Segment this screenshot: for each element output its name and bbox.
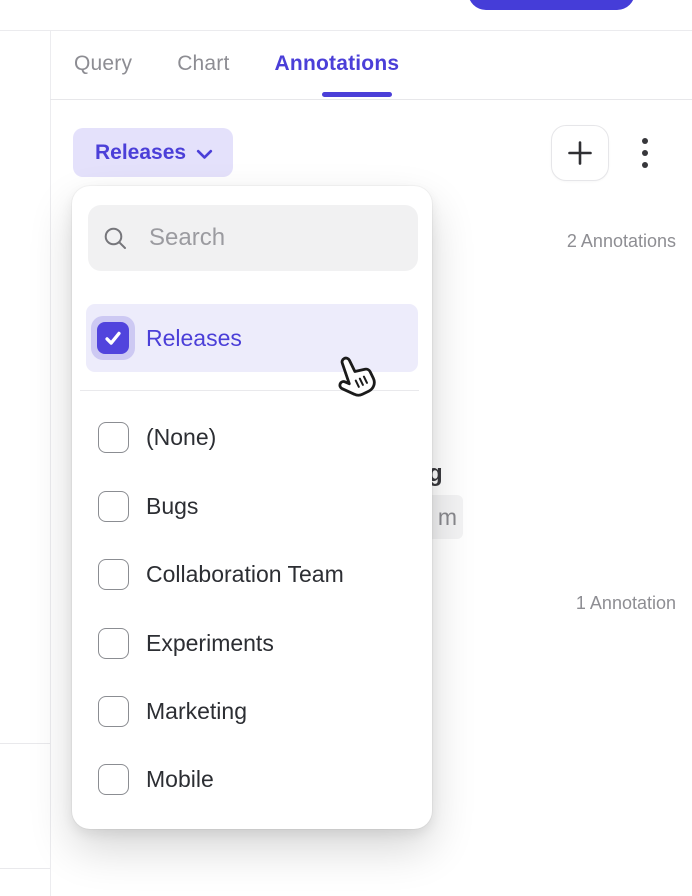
more-options-button[interactable] bbox=[633, 128, 657, 178]
releases-filter-button[interactable]: Releases bbox=[73, 128, 233, 177]
option-label: Releases bbox=[146, 325, 242, 352]
dropdown-option-releases[interactable]: Releases bbox=[86, 304, 418, 372]
checkbox-focus-ring bbox=[91, 316, 135, 360]
option-label: Marketing bbox=[146, 698, 247, 725]
dropdown-option-experiments[interactable]: Experiments bbox=[98, 612, 408, 674]
add-annotation-button[interactable] bbox=[551, 125, 609, 181]
annotation-count: 1 Annotation bbox=[576, 593, 676, 614]
dropdown-search[interactable] bbox=[88, 205, 418, 271]
more-vertical-icon bbox=[642, 150, 648, 156]
search-input[interactable] bbox=[147, 223, 461, 253]
header-divider bbox=[50, 99, 692, 100]
active-tab-underline bbox=[322, 92, 392, 97]
dropdown-option-marketing[interactable]: Marketing bbox=[98, 680, 408, 742]
tab-query[interactable]: Query bbox=[74, 49, 132, 79]
checkbox-unchecked[interactable] bbox=[98, 764, 129, 795]
checkbox-unchecked[interactable] bbox=[98, 491, 129, 522]
annotations-count: 2 Annotations bbox=[567, 231, 676, 252]
releases-dropdown-panel: Releases (None) Bugs Collaboration Team … bbox=[72, 186, 432, 829]
dropdown-option-none[interactable]: (None) bbox=[98, 406, 408, 468]
sidebar-row-divider bbox=[0, 743, 50, 744]
dropdown-option-collaboration-team[interactable]: Collaboration Team bbox=[98, 543, 408, 605]
check-icon bbox=[102, 327, 124, 349]
primary-action-button[interactable] bbox=[468, 0, 635, 10]
more-vertical-icon bbox=[642, 162, 648, 168]
tab-bar: Query Chart Annotations bbox=[74, 49, 399, 79]
option-label: Experiments bbox=[146, 630, 274, 657]
occluded-tag-text: m bbox=[438, 504, 457, 531]
option-label: Bugs bbox=[146, 493, 198, 520]
dropdown-option-bugs[interactable]: Bugs bbox=[98, 475, 408, 537]
plus-icon bbox=[565, 138, 595, 168]
tab-annotations[interactable]: Annotations bbox=[275, 49, 400, 79]
app-window: Query Chart Annotations Releases 2 Annot… bbox=[0, 0, 692, 896]
top-divider bbox=[0, 30, 692, 31]
option-label: (None) bbox=[146, 424, 216, 451]
checkbox-unchecked[interactable] bbox=[98, 696, 129, 727]
checkbox-unchecked[interactable] bbox=[98, 422, 129, 453]
checkbox-unchecked[interactable] bbox=[98, 628, 129, 659]
checkbox-unchecked[interactable] bbox=[98, 559, 129, 590]
sidebar-divider bbox=[50, 31, 51, 896]
dropdown-option-mobile[interactable]: Mobile bbox=[98, 748, 408, 810]
more-vertical-icon bbox=[642, 138, 648, 144]
search-icon bbox=[102, 225, 129, 252]
sidebar-row-divider bbox=[0, 868, 50, 869]
checkbox-checked[interactable] bbox=[97, 322, 129, 354]
tab-chart[interactable]: Chart bbox=[177, 49, 229, 79]
dropdown-divider bbox=[80, 390, 419, 391]
option-label: Collaboration Team bbox=[146, 561, 344, 588]
filter-button-label: Releases bbox=[95, 141, 186, 165]
option-label: Mobile bbox=[146, 766, 214, 793]
chevron-down-icon bbox=[196, 149, 213, 160]
